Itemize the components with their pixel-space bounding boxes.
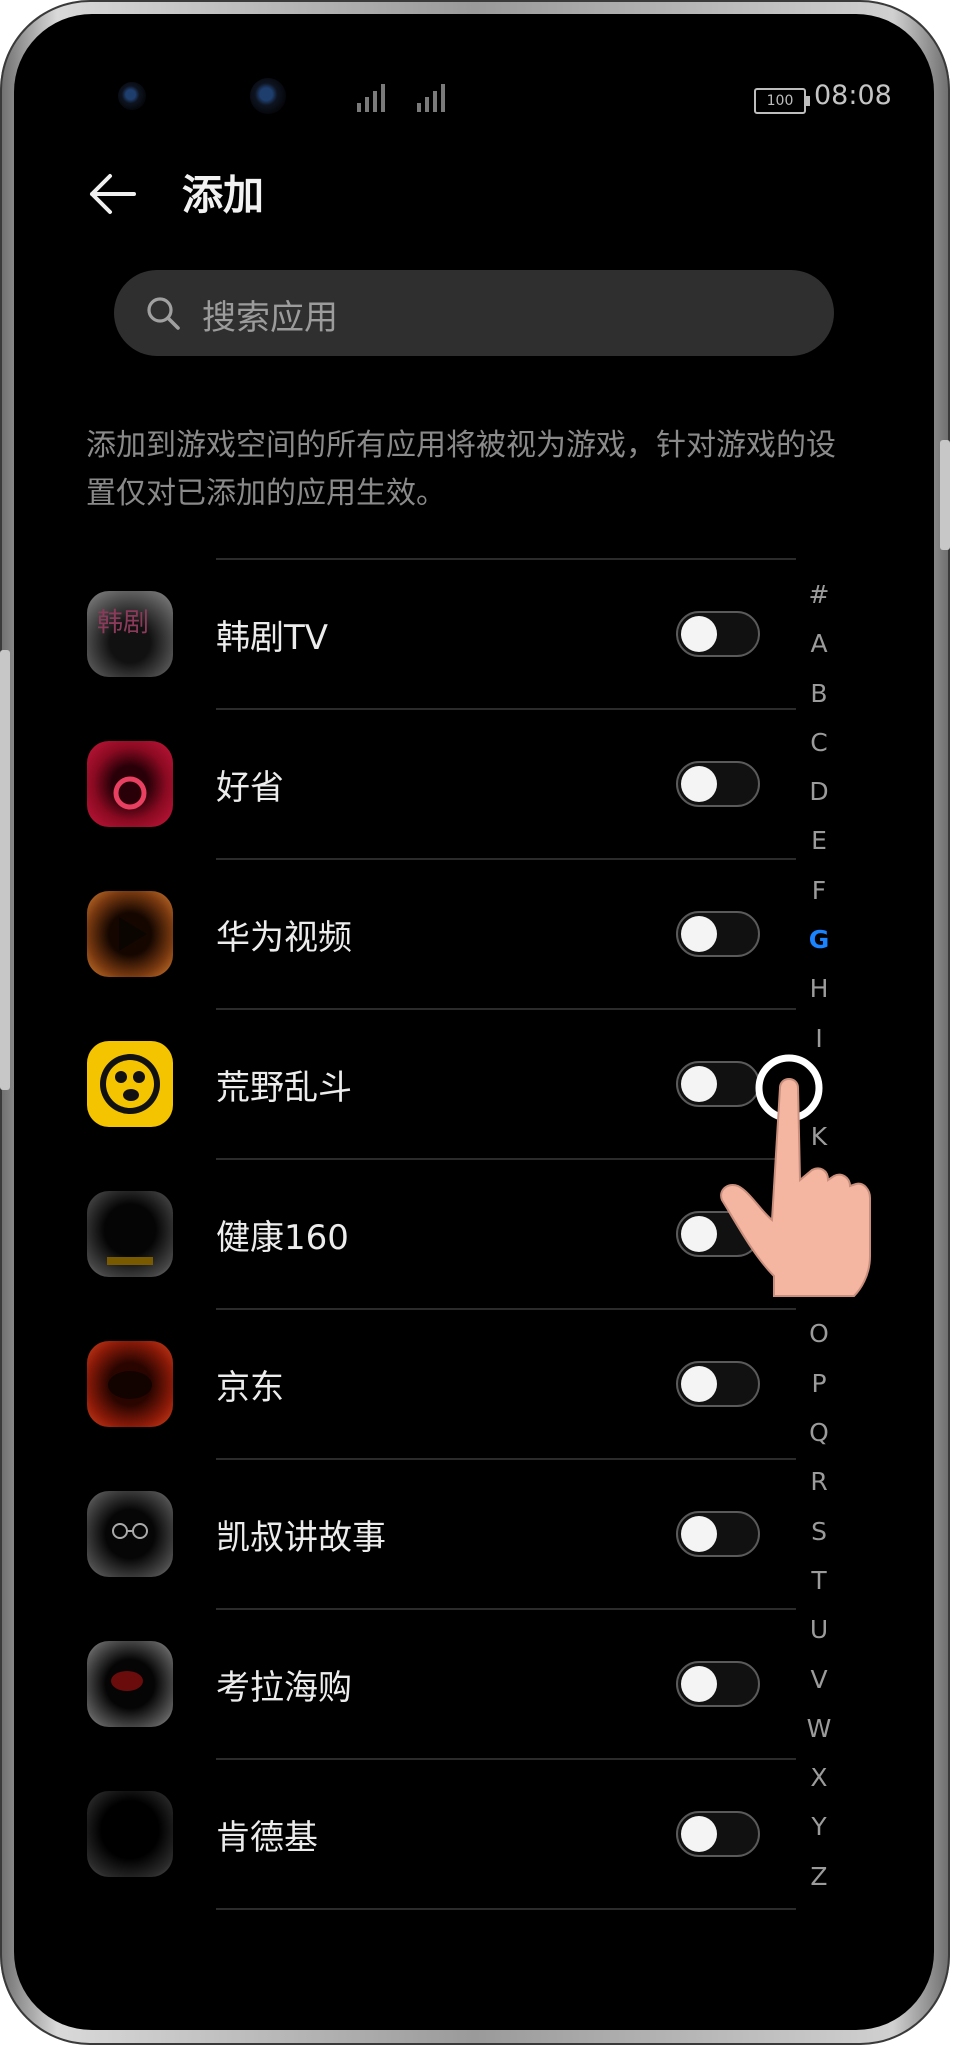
index-letter[interactable]: # <box>794 570 844 619</box>
description-text: 添加到游戏空间的所有应用将被视为游戏，针对游戏的设置仅对已添加的应用生效。 <box>86 428 836 511</box>
korean-drama-tv-icon: 韩剧 <box>87 591 173 677</box>
toggle-knob <box>681 616 717 652</box>
signal-icon-2 <box>417 84 451 112</box>
index-letter[interactable]: R <box>794 1457 844 1506</box>
app-name: 华为视频 <box>216 918 352 958</box>
divider <box>216 708 796 710</box>
index-letter[interactable]: U <box>794 1605 844 1654</box>
index-letter[interactable]: Q <box>794 1408 844 1457</box>
list-item[interactable]: 华为视频 <box>14 858 814 1008</box>
toggle-knob <box>681 1516 717 1552</box>
kaola-icon <box>87 1641 173 1727</box>
toggle-knob <box>681 766 717 802</box>
toggle-knob <box>681 1666 717 1702</box>
index-letter[interactable]: T <box>794 1556 844 1605</box>
app-toggle[interactable] <box>676 911 760 957</box>
divider <box>216 558 796 560</box>
power-button <box>940 440 950 550</box>
list-item[interactable]: 凯叔讲故事 <box>14 1458 814 1608</box>
tap-hand-icon <box>720 1054 871 1297</box>
divider <box>216 1308 796 1310</box>
haosheng-icon <box>87 741 173 827</box>
health160-icon <box>87 1191 173 1277</box>
index-letter[interactable]: O <box>794 1309 844 1358</box>
app-name: 健康160 <box>216 1218 349 1258</box>
toggle-knob <box>681 1366 717 1402</box>
app-toggle[interactable] <box>676 611 760 657</box>
search-icon <box>147 297 180 330</box>
toggle-knob <box>681 1816 717 1852</box>
app-name: 考拉海购 <box>216 1668 352 1708</box>
front-camera-secondary <box>250 78 286 114</box>
page-title: 添加 <box>182 171 264 219</box>
divider <box>216 1458 796 1460</box>
search-input[interactable]: 搜索应用 <box>202 290 338 339</box>
index-letter[interactable]: D <box>794 767 844 816</box>
back-button[interactable] <box>84 164 144 224</box>
signal-icon <box>357 84 391 112</box>
toggle-knob <box>681 916 717 952</box>
search-bar[interactable]: 搜索应用 <box>114 270 834 356</box>
screen: 100 08:08 添加 搜索应用 添加到游戏空间的所有应用将被视为游戏，针对游… <box>14 14 934 2030</box>
toggle-knob <box>681 1216 717 1252</box>
index-letter[interactable]: A <box>794 619 844 668</box>
jd-icon <box>87 1341 173 1427</box>
status-bar: 100 08:08 <box>14 76 934 116</box>
app-name: 京东 <box>216 1368 284 1408</box>
svg-text:韩剧: 韩剧 <box>97 608 149 638</box>
list-item[interactable]: 好省 <box>14 708 814 858</box>
status-time: 08:08 <box>814 80 892 111</box>
huawei-video-icon <box>87 891 173 977</box>
app-toggle[interactable] <box>676 761 760 807</box>
index-letter[interactable]: B <box>794 669 844 718</box>
list-item[interactable]: 肯德基 <box>14 1758 814 1908</box>
index-letter[interactable]: P <box>794 1359 844 1408</box>
arrow-left-icon <box>90 174 136 214</box>
divider <box>216 1008 796 1010</box>
index-letter[interactable]: C <box>794 718 844 767</box>
app-toggle[interactable] <box>676 1511 760 1557</box>
index-letter[interactable]: W <box>794 1704 844 1753</box>
app-toggle[interactable] <box>676 1361 760 1407</box>
list-item[interactable]: 荒野乱斗 <box>14 1008 814 1158</box>
app-name: 凯叔讲故事 <box>216 1518 386 1558</box>
list-end <box>14 1908 814 1910</box>
list-item[interactable]: 健康160 <box>14 1158 814 1308</box>
divider <box>216 1608 796 1610</box>
battery-icon: 100 <box>754 88 810 114</box>
index-letter[interactable]: H <box>794 964 844 1013</box>
index-letter[interactable]: Z <box>794 1852 844 1901</box>
brawl-stars-icon <box>87 1041 173 1127</box>
app-toggle[interactable] <box>676 1811 760 1857</box>
app-toggle[interactable] <box>676 1661 760 1707</box>
front-camera <box>118 82 146 110</box>
kaishu-story-icon <box>87 1491 173 1577</box>
divider <box>216 1158 796 1160</box>
index-letter[interactable]: F <box>794 866 844 915</box>
volume-button <box>0 650 10 1090</box>
index-letter[interactable]: Y <box>794 1802 844 1851</box>
index-letter[interactable]: X <box>794 1753 844 1802</box>
index-letter[interactable]: V <box>794 1655 844 1704</box>
kfc-icon <box>87 1791 173 1877</box>
list-item[interactable]: 韩剧 韩剧TV <box>14 558 814 708</box>
app-name: 好省 <box>216 768 284 808</box>
index-letter[interactable]: E <box>794 816 844 865</box>
index-letter[interactable]: S <box>794 1507 844 1556</box>
app-name: 韩剧TV <box>216 618 329 658</box>
divider <box>216 858 796 860</box>
toggle-knob <box>681 1066 717 1102</box>
divider <box>216 1758 796 1760</box>
list-item[interactable]: 考拉海购 <box>14 1608 814 1758</box>
index-letter-active[interactable]: G <box>794 915 844 964</box>
app-name: 荒野乱斗 <box>216 1068 352 1108</box>
app-name: 肯德基 <box>216 1818 318 1858</box>
divider <box>216 1908 796 1910</box>
list-item[interactable]: 京东 <box>14 1308 814 1458</box>
